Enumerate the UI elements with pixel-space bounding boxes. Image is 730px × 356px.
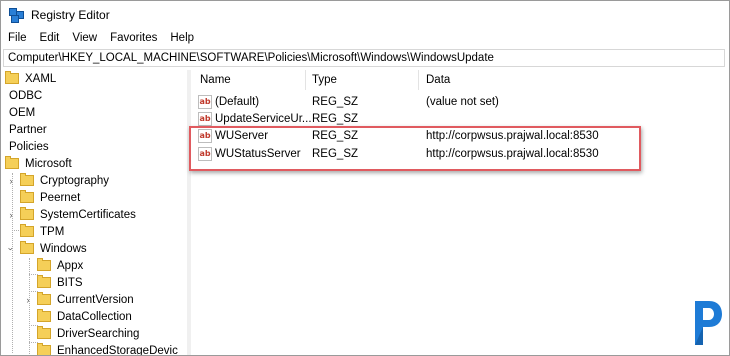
- tree-item-microsoft[interactable]: Microsoft: [5, 155, 72, 172]
- tree-item-appx[interactable]: Appx: [37, 257, 83, 274]
- tree-item-windows[interactable]: › Windows: [6, 240, 87, 257]
- tree-splitter[interactable]: [187, 70, 191, 355]
- chevron-right-icon[interactable]: ›: [6, 176, 16, 186]
- tree-item-label: OEM: [9, 106, 36, 119]
- tree-connector: [12, 173, 13, 353]
- menu-file[interactable]: File: [1, 32, 33, 44]
- column-divider[interactable]: [305, 70, 306, 90]
- tree-item-driversearching[interactable]: DriverSearching: [37, 325, 139, 342]
- value-row-default[interactable]: ab (Default) REG_SZ (value not set): [193, 94, 729, 111]
- registry-editor-icon: [9, 7, 24, 23]
- column-header-data[interactable]: Data: [426, 74, 450, 86]
- registry-editor-window: Registry Editor File Edit View Favorites…: [0, 0, 730, 356]
- folder-icon: [37, 343, 51, 355]
- tree-item-label: Partner: [9, 123, 47, 136]
- folder-icon: [5, 156, 19, 169]
- tree-item-partner[interactable]: Partner: [9, 121, 47, 138]
- folder-icon: [20, 173, 34, 186]
- prajwal-logo-icon: [695, 301, 722, 345]
- tree-item-enhancedstoragedevic[interactable]: EnhancedStorageDevic: [37, 342, 178, 355]
- address-bar[interactable]: Computer\HKEY_LOCAL_MACHINE\SOFTWARE\Pol…: [3, 49, 725, 67]
- folder-icon: [37, 292, 51, 305]
- menu-view[interactable]: View: [65, 32, 103, 44]
- window-title: Registry Editor: [31, 7, 110, 22]
- chevron-right-icon[interactable]: ›: [6, 210, 16, 220]
- value-data: (value not set): [426, 96, 499, 108]
- string-value-icon: ab: [198, 112, 212, 126]
- folder-icon: [37, 326, 51, 339]
- tree-item-label: BITS: [57, 276, 83, 289]
- folder-icon: [20, 207, 34, 220]
- folder-icon: [37, 309, 51, 322]
- key-tree[interactable]: XAML ODBC OEM Partner Policies Microsoft…: [1, 70, 190, 355]
- string-value-icon: ab: [198, 95, 212, 109]
- list-header: Name Type Data: [193, 70, 729, 90]
- folder-icon: [20, 224, 34, 237]
- value-type: REG_SZ: [312, 113, 359, 125]
- tree-item-label: Microsoft: [25, 157, 72, 170]
- tree-item-tpm[interactable]: TPM: [20, 223, 64, 240]
- tree-item-label: Cryptography: [40, 174, 110, 187]
- value-name: (Default): [215, 96, 260, 108]
- tree-item-label: TPM: [40, 225, 65, 238]
- tree-item-cryptography[interactable]: › Cryptography: [6, 172, 109, 189]
- folder-icon: [37, 258, 51, 271]
- values-list[interactable]: Name Type Data ab (Default) REG_SZ (valu…: [193, 70, 729, 355]
- column-header-name[interactable]: Name: [200, 74, 231, 86]
- address-bar-path: Computer\HKEY_LOCAL_MACHINE\SOFTWARE\Pol…: [8, 52, 494, 64]
- tree-item-label: Peernet: [40, 191, 81, 204]
- tree-item-currentversion[interactable]: › CurrentVersion: [23, 291, 134, 308]
- menu-favorites[interactable]: Favorites: [103, 32, 163, 44]
- value-name: UpdateServiceUr...: [215, 113, 312, 125]
- folder-icon: [20, 190, 34, 203]
- tree-item-label: DataCollection: [57, 310, 132, 323]
- menu-edit[interactable]: Edit: [33, 32, 66, 44]
- menu-help[interactable]: Help: [163, 32, 200, 44]
- tree-item-policies[interactable]: Policies: [9, 138, 49, 155]
- tree-item-label: DriverSearching: [57, 327, 140, 340]
- folder-icon: [20, 241, 34, 254]
- tree-item-oem[interactable]: OEM: [9, 104, 35, 121]
- tree-item-label: CurrentVersion: [57, 293, 134, 306]
- folder-icon: [37, 275, 51, 288]
- tree-item-label: XAML: [25, 72, 57, 85]
- highlight-box: [189, 126, 641, 171]
- column-header-type[interactable]: Type: [312, 74, 337, 86]
- chevron-down-icon[interactable]: ›: [6, 244, 16, 254]
- menu-bar: File Edit View Favorites Help: [1, 29, 200, 47]
- tree-item-label: ODBC: [9, 89, 43, 102]
- value-type: REG_SZ: [312, 96, 359, 108]
- tree-item-datacollection[interactable]: DataCollection: [37, 308, 132, 325]
- tree-item-peernet[interactable]: Peernet: [20, 189, 80, 206]
- tree-item-odbc[interactable]: ODBC: [9, 87, 42, 104]
- tree-item-label: Appx: [57, 259, 84, 272]
- title-bar: Registry Editor: [1, 1, 729, 28]
- tree-item-bits[interactable]: BITS: [37, 274, 83, 291]
- tree-item-xaml[interactable]: XAML: [5, 70, 56, 87]
- tree-item-systemcertificates[interactable]: › SystemCertificates: [6, 206, 136, 223]
- column-divider[interactable]: [418, 70, 419, 90]
- chevron-right-icon[interactable]: ›: [23, 295, 33, 305]
- tree-item-label: Windows: [40, 242, 87, 255]
- tree-item-label: EnhancedStorageDevic: [57, 344, 178, 356]
- tree-item-label: SystemCertificates: [40, 208, 136, 221]
- folder-icon: [5, 71, 19, 84]
- tree-item-label: Policies: [9, 140, 49, 153]
